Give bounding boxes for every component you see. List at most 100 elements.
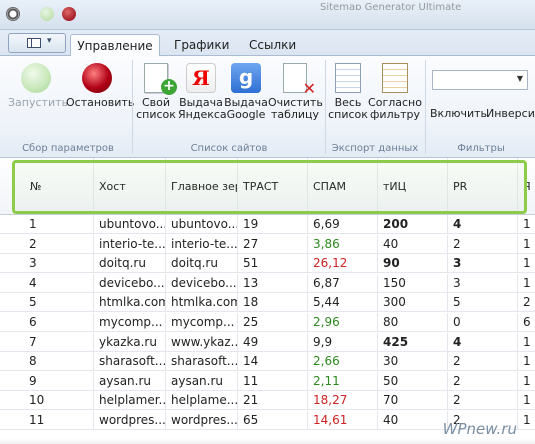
cell-trust: 14 (238, 352, 308, 371)
table-row[interactable]: 2 interio-te... interio-te... 27 3,86 40 2 1 (0, 234, 535, 254)
google-label-2: Google (226, 108, 266, 121)
cell-trust: 18 (238, 293, 308, 312)
cell-number: 3 (24, 254, 94, 273)
cell-mirror: devicebo... (166, 273, 238, 292)
cell-spam: 5,44 (308, 293, 378, 312)
page-shadow (0, 438, 535, 444)
own-list-button[interactable]: + Свой список (136, 63, 177, 121)
tab-links[interactable]: Ссылки (249, 34, 296, 57)
yandex-icon: Я (186, 63, 216, 93)
cell-pr: 0 (448, 313, 518, 331)
cell-pr: 3 (448, 273, 518, 292)
quick-stop-icon[interactable] (62, 7, 76, 21)
ribbon-separator (132, 60, 133, 154)
cell-pr: 3 (448, 254, 518, 273)
cell-spam: 2,11 (308, 371, 378, 390)
cell-number: 10 (24, 391, 94, 410)
enable-label: Включить (430, 107, 488, 120)
table-row[interactable]: 10 helplamer... helplame... 21 18,27 70 2 1 (0, 391, 535, 411)
cell-host: helplamer... (94, 391, 166, 410)
cell-yandex-index: 1 (518, 391, 535, 409)
cell-host: wordpres... (94, 411, 166, 429)
cell-host: doitq.ru (94, 254, 166, 273)
cell-tic: 150 (378, 273, 448, 292)
cell-pr: 2 (448, 391, 518, 410)
cell-trust: 11 (238, 371, 308, 390)
cell-mirror: ubuntovo... (166, 215, 238, 233)
yandex-results-button[interactable]: Я Выдача Яндекса (178, 63, 227, 121)
cell-tic: 200 (378, 215, 448, 233)
table-row[interactable]: 3 doitq.ru doitq.ru 51 26,12 90 3 1 (0, 254, 535, 274)
title-bar: Sitemap Generator Ultimate (0, 0, 535, 30)
tab-management[interactable]: Управление (70, 34, 160, 57)
cell-trust: 27 (238, 234, 308, 253)
ribbon-separator (325, 60, 326, 154)
watermark: WPnew.ru (442, 420, 517, 438)
cell-tic: 80 (378, 313, 448, 331)
cell-host: devicebo... (94, 273, 166, 292)
cell-tic: 40 (378, 234, 448, 253)
cell-yandex-index: 1 (518, 235, 535, 253)
cell-spam: 26,12 (308, 254, 378, 273)
group-label-params: Сбор параметров (22, 143, 114, 154)
stop-button[interactable]: Остановить (66, 63, 134, 109)
cell-host: ubuntovo... (94, 215, 166, 233)
chevron-down-icon: ▼ (516, 74, 523, 83)
cell-trust: 51 (238, 254, 308, 273)
table-row[interactable]: 7 ykazka.ru www.ykaz... 49 9,9 425 4 1 (0, 332, 535, 352)
cell-tic: 40 (378, 411, 448, 429)
filter-select[interactable]: ▼ (432, 70, 528, 90)
cell-spam: 6,69 (308, 215, 378, 233)
cell-pr: 4 (448, 332, 518, 351)
app-icon[interactable] (6, 7, 20, 21)
cell-tic: 50 (378, 371, 448, 390)
export-all-button[interactable]: Весь список (328, 63, 368, 121)
table-row[interactable]: 6 mycomp... mycomp... 25 2,96 80 0 6 (0, 313, 535, 332)
cell-yandex-index: 1 (518, 274, 535, 292)
cell-tic: 425 (378, 332, 448, 351)
google-results-button[interactable]: g Выдача Google (224, 63, 268, 121)
cell-mirror: www.ykaz... (166, 332, 238, 351)
cell-tic: 90 (378, 254, 448, 273)
group-label-sites: Список сайтов (190, 143, 268, 154)
cell-number: 7 (24, 332, 94, 351)
cell-yandex-index: 1 (518, 411, 535, 429)
ribbon-separator (425, 60, 426, 154)
table-row[interactable]: 1 ubuntovo... ubuntovo... 19 6,69 200 4 1 (0, 215, 535, 234)
start-button[interactable]: Запустить (8, 63, 68, 109)
cell-yandex-index: 1 (518, 352, 535, 370)
cell-trust: 65 (238, 411, 308, 429)
invert-label: Инверси (486, 108, 535, 120)
menu-icon (27, 38, 41, 48)
cell-trust: 25 (238, 313, 308, 331)
cell-number: 2 (24, 234, 94, 253)
cell-mirror: aysan.ru (166, 371, 238, 390)
cell-mirror: interio-te... (166, 234, 238, 253)
cell-spam: 18,27 (308, 391, 378, 410)
cell-trust: 49 (238, 332, 308, 351)
quick-start-icon[interactable] (40, 7, 54, 21)
cell-host: htmlka.com (94, 293, 166, 312)
cell-mirror: mycomp... (166, 313, 238, 331)
app-menu-button[interactable]: ▾ (8, 33, 66, 53)
table-row[interactable]: 8 sharasoft... sharasoft... 14 2,66 30 2 1 (0, 352, 535, 372)
cell-tic: 300 (378, 293, 448, 312)
cell-trust: 13 (238, 273, 308, 292)
table-row[interactable]: 5 htmlka.com htmlka.com 18 5,44 300 5 2 (0, 293, 535, 313)
cell-pr: 5 (448, 293, 518, 312)
cell-trust: 19 (238, 215, 308, 233)
table-row[interactable]: 4 devicebo... devicebo... 13 6,87 150 3 1 (0, 273, 535, 293)
cell-host: mycomp... (94, 313, 166, 331)
cell-spam: 2,96 (308, 313, 378, 331)
window-title: Sitemap Generator Ultimate (320, 2, 462, 10)
clear-table-button[interactable]: ✕ Очистить таблицу (268, 63, 323, 121)
invert-filter-button[interactable]: Инверси (486, 108, 535, 120)
cell-spam: 6,87 (308, 273, 378, 292)
cell-number: 5 (24, 293, 94, 312)
cell-tic: 30 (378, 352, 448, 371)
enable-filter-button[interactable]: Включить (430, 107, 488, 120)
table-row[interactable]: 9 aysan.ru aysan.ru 11 2,11 50 2 1 (0, 371, 535, 391)
export-filtered-button[interactable]: Согласно фильтру (368, 63, 422, 121)
cell-number: 8 (24, 352, 94, 371)
tab-charts[interactable]: Графики (174, 34, 229, 57)
